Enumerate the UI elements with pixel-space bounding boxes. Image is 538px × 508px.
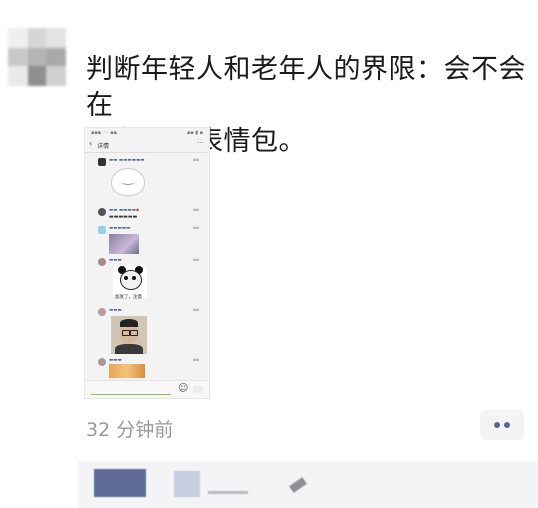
embedded-status-bar: ▪▪▪ ◦◦ ▪▪ ▪▪ ▮ ▪ <box>85 128 209 138</box>
embedded-cartoon-sticker <box>111 168 145 196</box>
embedded-nav-bar: ‹ 详情 ··· <box>85 138 209 153</box>
embedded-comment-name: ▬▬ ▬▬▬▬▪ <box>109 208 140 213</box>
embedded-comment-avatar <box>98 258 106 266</box>
embedded-status-left: ▪▪▪ ◦◦ ▪▪ <box>91 130 118 136</box>
embedded-food-photo <box>109 364 145 378</box>
embedded-status-right: ▪▪ ▮ ▪ <box>186 130 203 136</box>
interaction-area <box>78 461 538 508</box>
more-dot-icon <box>504 422 510 428</box>
embedded-comment-avatar <box>98 208 106 216</box>
embedded-comment-time: ▪▪ <box>193 258 200 263</box>
embedded-comment-time: ▪▪ <box>193 308 200 313</box>
post-timestamp: 32 分钟前 <box>86 419 174 441</box>
embedded-comment-time: ▪▪ <box>193 208 200 213</box>
embedded-send-button <box>193 386 203 393</box>
embedded-nav-title: 详情 <box>97 143 110 150</box>
embedded-comment-time: ▪▪ <box>193 158 200 163</box>
embedded-comment-time: ▪▪ <box>193 358 200 363</box>
embedded-meme-caption: 加发了，注意 <box>115 295 142 300</box>
more-actions-button[interactable] <box>480 410 524 440</box>
embedded-selfie-photo <box>111 316 147 354</box>
embedded-comment-name: ▬▬▬ <box>109 358 122 363</box>
more-dot-icon <box>494 422 500 428</box>
blurred-text <box>289 477 307 493</box>
embedded-comment-name: ▬▬ ▬▬▬▬▬▬ <box>109 158 145 163</box>
liker-avatar[interactable] <box>174 471 200 497</box>
liker-avatar[interactable] <box>94 469 146 497</box>
embedded-emoji-icon: ☺ <box>178 383 189 394</box>
embedded-comment-name: ▬▬▬ <box>109 308 122 313</box>
embedded-comment-text: ▬▬▬▬▬▬ <box>109 214 138 220</box>
embedded-comment-photo <box>109 234 139 254</box>
embedded-comment-avatar <box>98 158 106 166</box>
embedded-comment-avatar <box>98 308 106 316</box>
embedded-comment-name: ▬▬▬▬▬ <box>109 226 131 231</box>
embedded-comment-avatar <box>98 358 106 366</box>
embedded-back-icon: ‹ <box>89 139 93 148</box>
embedded-screenshot-image[interactable]: ▪▪▪ ◦◦ ▪▪ ▪▪ ▮ ▪ ‹ 详情 ··· ▬▬ ▬▬▬▬▬▬ ▪▪ ▬… <box>84 127 210 399</box>
embedded-comment-name: ▬▬▬ <box>109 258 122 263</box>
post-text-line-1: 判断年轻人和老年人的界限：会不会在 <box>86 54 526 121</box>
embedded-input-bar: ☺ <box>85 380 209 398</box>
poster-avatar[interactable] <box>8 28 66 86</box>
embedded-input-field <box>91 385 171 395</box>
blurred-text <box>208 491 248 494</box>
embedded-comment-avatar <box>98 226 106 234</box>
embedded-more-icon: ··· <box>197 139 204 147</box>
embedded-comment-time: ▪▪ <box>193 226 200 231</box>
